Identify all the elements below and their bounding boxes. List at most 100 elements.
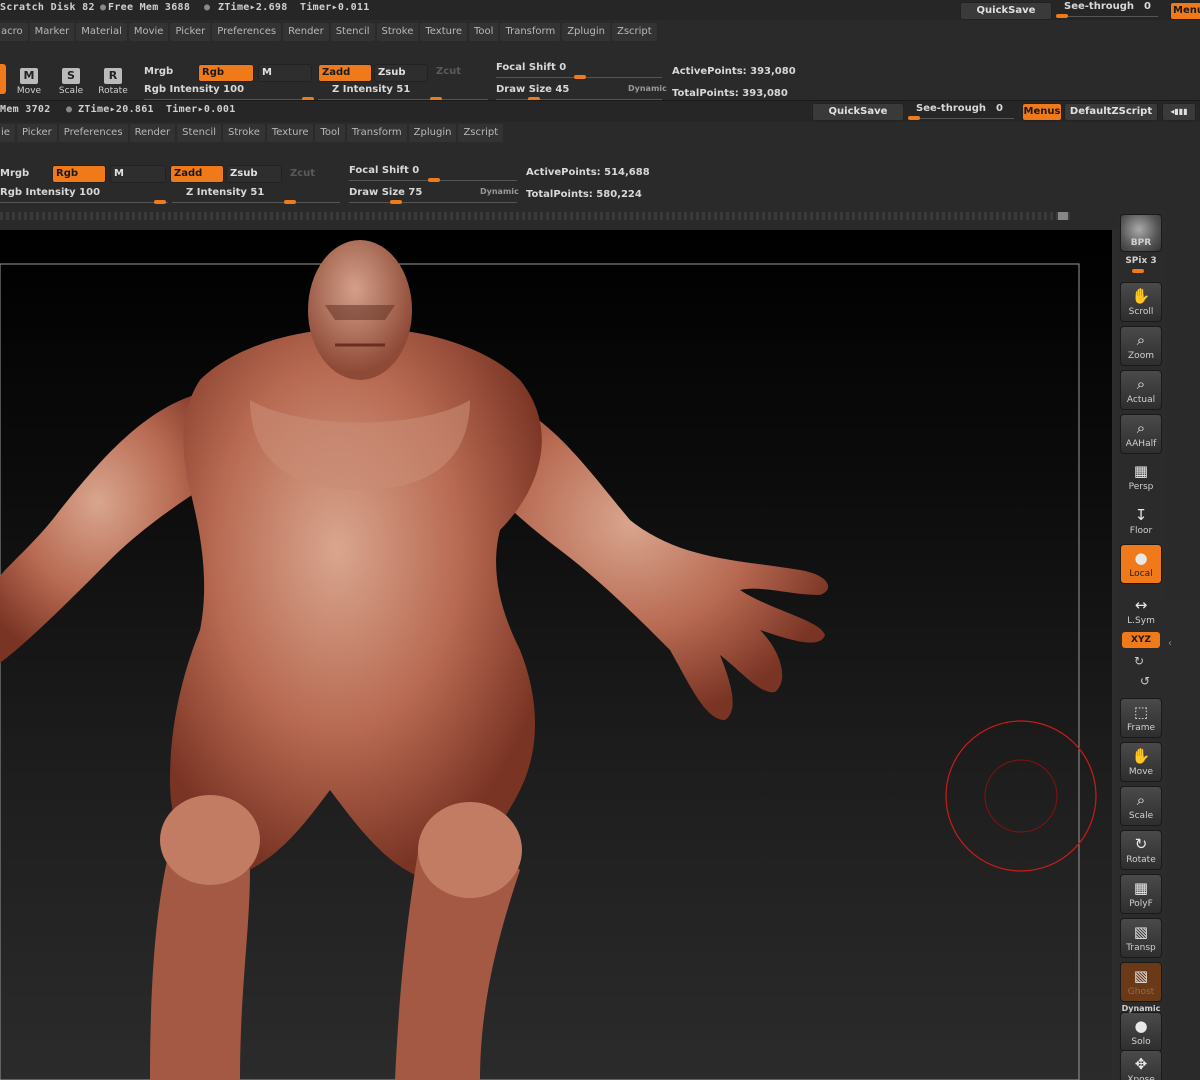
see-through-slider-2[interactable] (910, 118, 1014, 119)
quicksave-button[interactable]: QuickSave (960, 2, 1052, 20)
zoom-shelf-button[interactable]: ⌕ Zoom (1120, 326, 1162, 366)
shelf-collapse-tab[interactable]: ‹ (1166, 600, 1200, 720)
menu-second-texture[interactable]: Texture (266, 124, 314, 142)
persp-shelf-button[interactable]: ▦ Persp (1120, 458, 1162, 498)
canvas-scroll-strip[interactable] (0, 212, 1070, 220)
see-through-slider[interactable] (1058, 16, 1158, 17)
aahalf-shelf-button[interactable]: ⌕ AAHalf (1120, 414, 1162, 454)
menu-second-zplugin[interactable]: Zplugin (408, 124, 457, 142)
local-shelf-button[interactable]: ● Local (1120, 544, 1162, 584)
brush-outer-ring (945, 720, 1097, 872)
solo-shelf-button[interactable]: ● Solo (1120, 1012, 1162, 1052)
actual-shelf-button[interactable]: ⌕ Actual (1120, 370, 1162, 410)
rgb-intensity-slider-label-2[interactable]: Rgb Intensity 100 (0, 187, 100, 198)
menus-button-2[interactable]: Menus (1022, 103, 1062, 121)
menu-top-zplugin[interactable]: Zplugin (562, 23, 610, 41)
dynamic-toggle[interactable]: Dynamic (628, 84, 667, 93)
z-intensity-slider-2[interactable] (172, 202, 340, 203)
menu-top-zscript[interactable]: Zscript (611, 23, 657, 41)
focal-shift-slider-label-2[interactable]: Focal Shift 0 (349, 165, 419, 176)
rgb-button-2[interactable]: Rgb (52, 165, 106, 183)
menu-top-picker[interactable]: Picker (170, 23, 211, 41)
menu-top-tool[interactable]: Tool (469, 23, 499, 41)
menu-top-acro[interactable]: acro (0, 23, 28, 41)
rgb-intensity-knob-2[interactable] (154, 200, 166, 204)
mrgb-button-2[interactable]: Mrgb (0, 168, 29, 179)
mrgb-button[interactable]: Mrgb (144, 66, 173, 77)
timer-readout: Timer▸0.011 (300, 2, 370, 13)
document-canvas[interactable] (0, 230, 1112, 1080)
move-shelf-button[interactable]: ✋ Move (1120, 742, 1162, 782)
transp-shelf-button[interactable]: ▧ Transp (1120, 918, 1162, 958)
z-intensity-knob-2[interactable] (284, 200, 296, 204)
menu-second-ie[interactable]: ie (0, 124, 15, 142)
see-through-knob[interactable] (1056, 14, 1068, 18)
see-through-knob-2[interactable] (908, 116, 920, 120)
draw-size-knob-2[interactable] (390, 200, 402, 204)
floor-shelf-button[interactable]: ↧ Floor (1120, 502, 1162, 542)
draw-size-slider-2[interactable] (349, 202, 517, 203)
menu-top-stroke[interactable]: Stroke (376, 23, 419, 41)
rotate-shelf-button[interactable]: ↻ Rotate (1120, 830, 1162, 870)
spix-slider-label[interactable]: SPix 3 (1120, 256, 1162, 266)
dynamic-toggle-2[interactable]: Dynamic (480, 187, 519, 196)
menu-second-zscript[interactable]: Zscript (458, 124, 504, 142)
menu-top-preferences[interactable]: Preferences (212, 23, 282, 41)
menu-top-transform[interactable]: Transform (500, 23, 561, 41)
layout-handle[interactable]: ◂▮▮▮ (1162, 103, 1196, 121)
menu-top-marker[interactable]: Marker (29, 23, 75, 41)
menu-second-transform[interactable]: Transform (346, 124, 407, 142)
bpr-render-button[interactable]: BPR (1120, 214, 1162, 252)
spix-knob[interactable] (1132, 269, 1144, 273)
focal-shift-knob[interactable] (574, 75, 586, 79)
rgb-intensity-slider-label[interactable]: Rgb Intensity 100 (144, 84, 244, 95)
menu-second-stencil[interactable]: Stencil (177, 124, 221, 142)
zsub-button[interactable]: Zsub (374, 64, 428, 82)
floor-icon: ↧ (1134, 506, 1148, 524)
menu-top-texture[interactable]: Texture (420, 23, 467, 41)
move-mode-button[interactable]: M Move (14, 68, 44, 102)
menu-second-tool[interactable]: Tool (315, 124, 345, 142)
default-zscript-button[interactable]: DefaultZScript (1064, 103, 1158, 121)
zcut-button[interactable]: Zcut (436, 66, 461, 77)
ghost-shelf-button[interactable]: ▧ Ghost (1120, 962, 1162, 1002)
menu-second-preferences[interactable]: Preferences (58, 124, 128, 142)
model-viewport[interactable] (0, 230, 1112, 1080)
polyf-shelf-button[interactable]: ▦ PolyF (1120, 874, 1162, 914)
m-button-2[interactable]: M (110, 165, 166, 183)
zsub-button-2[interactable]: Zsub (226, 165, 282, 183)
rotate-z-icon[interactable]: ↺ (1140, 674, 1150, 688)
lsym-shelf-button[interactable]: ↔ L.Sym (1120, 592, 1162, 626)
menu-second-picker[interactable]: Picker (16, 124, 57, 142)
focal-shift-slider-label[interactable]: Focal Shift 0 (496, 62, 566, 73)
xpose-shelf-button[interactable]: ✥ Xpose (1120, 1050, 1162, 1080)
scale-mode-button[interactable]: S Scale (56, 68, 86, 102)
draw-size-slider-label-2[interactable]: Draw Size 75 (349, 187, 422, 198)
z-intensity-slider-label-2[interactable]: Z Intensity 51 (186, 187, 264, 198)
m-button[interactable]: M (258, 64, 312, 82)
menus-button[interactable]: Menu (1170, 2, 1200, 20)
frame-shelf-button[interactable]: ⬚ Frame (1120, 698, 1162, 738)
zadd-button-2[interactable]: Zadd (170, 165, 224, 183)
xyz-symmetry-button[interactable]: XYZ (1122, 632, 1160, 648)
rgb-button[interactable]: Rgb (198, 64, 254, 82)
active-draw-button[interactable] (0, 64, 6, 94)
scale-shelf-button[interactable]: ⌕ Scale (1120, 786, 1162, 826)
rotate-y-icon[interactable]: ↻ (1134, 654, 1144, 668)
menu-top-material[interactable]: Material (76, 23, 127, 41)
menu-second-stroke[interactable]: Stroke (223, 124, 265, 142)
menu-top-movie[interactable]: Movie (128, 23, 169, 41)
rotate-mode-button[interactable]: R Rotate (98, 68, 128, 102)
zcut-button-2[interactable]: Zcut (290, 168, 315, 179)
focal-shift-knob-2[interactable] (428, 178, 440, 182)
menu-second-render[interactable]: Render (129, 124, 176, 142)
z-intensity-slider-label[interactable]: Z Intensity 51 (332, 84, 410, 95)
scroll-shelf-button[interactable]: ✋ Scroll (1120, 282, 1162, 322)
draw-size-slider-label[interactable]: Draw Size 45 (496, 84, 569, 95)
canvas-scroll-handle[interactable] (1058, 212, 1068, 220)
quicksave-button-2[interactable]: QuickSave (812, 103, 904, 121)
menu-top-render[interactable]: Render (283, 23, 329, 41)
zadd-button[interactable]: Zadd (318, 64, 372, 82)
rgb-intensity-slider-2[interactable] (0, 202, 168, 203)
menu-top-stencil[interactable]: Stencil (330, 23, 375, 41)
